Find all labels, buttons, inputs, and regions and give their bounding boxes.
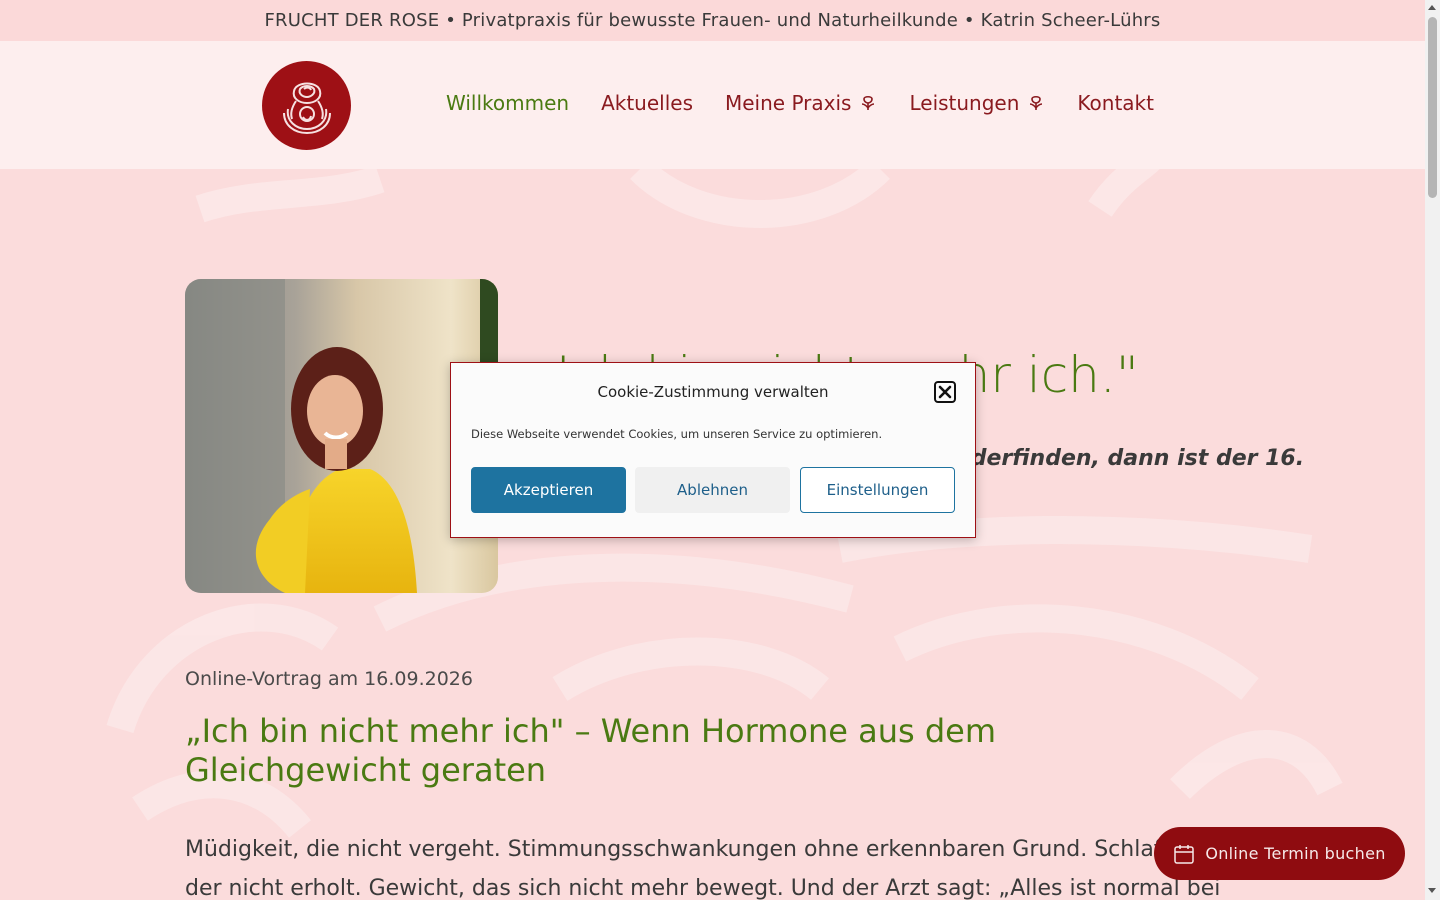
site-header: Willkommen Aktuelles Meine Praxis Leistu… bbox=[0, 41, 1425, 169]
rose-logo[interactable] bbox=[262, 61, 351, 150]
event-body-line: der nicht erholt. Gewicht, das sich nich… bbox=[185, 876, 1221, 900]
close-x-icon bbox=[938, 385, 952, 399]
nav-item-label: Leistungen bbox=[909, 91, 1020, 115]
event-body-line: Müdigkeit, die nicht vergeht. Stimmungss… bbox=[185, 837, 1169, 862]
topbar: FRUCHT DER ROSE • Privatpraxis für bewus… bbox=[0, 0, 1425, 41]
scrollbar-thumb[interactable] bbox=[1428, 17, 1437, 198]
cookie-consent-dialog: Cookie-Zustimmung verwalten Diese Websei… bbox=[450, 362, 976, 538]
nav-item-label: Kontakt bbox=[1077, 91, 1154, 115]
close-icon[interactable] bbox=[934, 381, 956, 403]
nav-item-label: Willkommen bbox=[446, 91, 570, 115]
main-nav: Willkommen Aktuelles Meine Praxis Leistu… bbox=[446, 91, 1154, 115]
nav-item-label: Aktuelles bbox=[601, 91, 693, 115]
nav-item-aktuelles[interactable]: Aktuelles bbox=[601, 91, 693, 115]
nav-item-meine-praxis[interactable]: Meine Praxis bbox=[725, 91, 877, 115]
rose-dropdown-icon bbox=[1030, 95, 1043, 110]
event-date: Online-Vortrag am 16.09.2026 bbox=[185, 668, 473, 690]
nav-item-label: Meine Praxis bbox=[725, 91, 852, 115]
nav-item-leistungen[interactable]: Leistungen bbox=[909, 91, 1045, 115]
topbar-text: FRUCHT DER ROSE • Privatpraxis für bewus… bbox=[264, 10, 1161, 31]
nav-item-kontakt[interactable]: Kontakt bbox=[1077, 91, 1154, 115]
cookie-dialog-text: Diese Webseite verwendet Cookies, um uns… bbox=[471, 427, 883, 441]
booking-button-label: Online Termin buchen bbox=[1205, 844, 1386, 863]
rose-dropdown-icon bbox=[862, 95, 875, 110]
deny-cookies-button[interactable]: Ablehnen bbox=[635, 467, 790, 513]
event-title: „Ich bin nicht mehr ich" – Wenn Hormone … bbox=[185, 712, 996, 789]
nav-item-willkommen[interactable]: Willkommen bbox=[446, 91, 569, 115]
rose-logo-icon bbox=[282, 82, 331, 134]
scroll-up-arrow-icon[interactable] bbox=[1428, 5, 1436, 10]
cookie-settings-button[interactable]: Einstellungen bbox=[800, 467, 955, 513]
scroll-down-arrow-icon[interactable] bbox=[1428, 888, 1436, 893]
event-body: Müdigkeit, die nicht vergeht. Stimmungss… bbox=[185, 830, 1275, 900]
cookie-dialog-title: Cookie-Zustimmung verwalten bbox=[597, 383, 829, 401]
accept-cookies-button[interactable]: Akzeptieren bbox=[471, 467, 626, 513]
page-scrollbar[interactable] bbox=[1425, 0, 1440, 900]
online-booking-button[interactable]: Online Termin buchen bbox=[1154, 827, 1405, 880]
calendar-icon bbox=[1174, 844, 1195, 864]
